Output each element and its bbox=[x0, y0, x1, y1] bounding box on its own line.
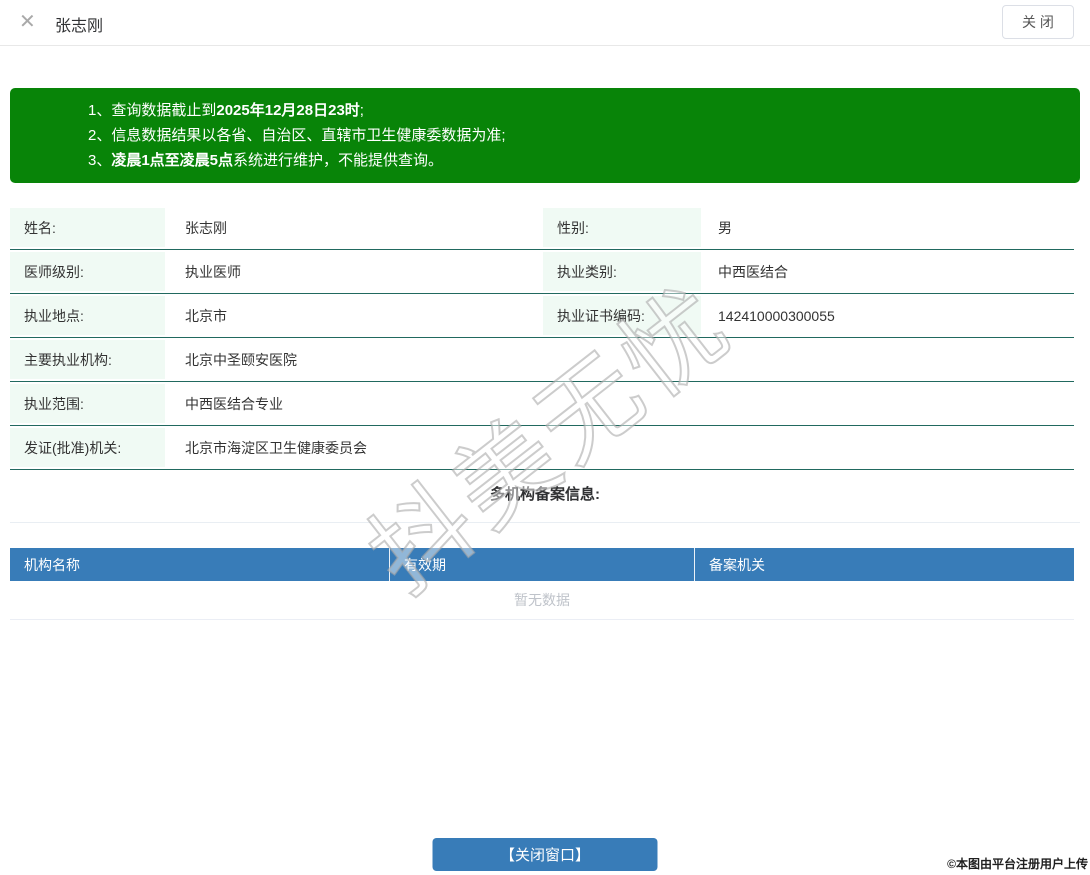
field-value-issuing-authority: 北京市海淀区卫生健康委员会 bbox=[165, 426, 1074, 469]
notice-item-number: 3、 bbox=[88, 152, 111, 169]
field-value-certificate-number: 142410000300055 bbox=[701, 294, 1074, 337]
field-label-issuing-authority: 发证(批准)机关: bbox=[10, 428, 165, 467]
attribution-text: ©本图由平台注册用户上传 bbox=[947, 855, 1088, 872]
field-value-practice-location: 北京市 bbox=[165, 294, 543, 337]
notice-item: 3、凌晨1点至凌晨5点系统进行维护，不能提供查询。 bbox=[88, 148, 1060, 173]
close-window-button[interactable]: 【关闭窗口】 bbox=[433, 838, 658, 871]
notice-item-bold: 凌晨1点至凌晨5点 bbox=[111, 152, 233, 169]
field-label-certificate-number: 执业证书编码: bbox=[543, 296, 701, 335]
field-label-practice-category: 执业类别: bbox=[543, 252, 701, 291]
filing-table-header: 机构名称 有效期 备案机关 bbox=[10, 548, 1074, 581]
close-icon[interactable]: ✕ bbox=[19, 9, 36, 34]
multi-org-section-title: 多机构备案信息: bbox=[0, 483, 1090, 504]
field-label-name: 姓名: bbox=[10, 208, 165, 247]
field-value-doctor-level: 执业医师 bbox=[165, 250, 543, 293]
empty-data-placeholder: 暂无数据 bbox=[10, 581, 1074, 620]
field-value-name: 张志刚 bbox=[165, 206, 543, 249]
field-value-practice-scope: 中西医结合专业 bbox=[165, 382, 1074, 425]
column-header-institution-name: 机构名称 bbox=[10, 548, 390, 581]
notice-item: 1、查询数据截止到2025年12月28日23时; bbox=[88, 98, 1060, 123]
table-row: 发证(批准)机关: 北京市海淀区卫生健康委员会 bbox=[10, 426, 1074, 470]
table-row: 执业范围: 中西医结合专业 bbox=[10, 382, 1074, 426]
field-label-gender: 性别: bbox=[543, 208, 701, 247]
notice-item: 2、信息数据结果以各省、自治区、直辖市卫生健康委数据为准; bbox=[88, 123, 1060, 148]
notice-item-text: ; bbox=[360, 102, 364, 119]
notice-banner: 1、查询数据截止到2025年12月28日23时; 2、信息数据结果以各省、自治区… bbox=[10, 88, 1080, 183]
field-label-main-institution: 主要执业机构: bbox=[10, 340, 165, 379]
close-button[interactable]: 关 闭 bbox=[1002, 5, 1074, 39]
notice-item-text: 系统进行维护，不能提供查询。 bbox=[233, 152, 443, 169]
field-value-gender: 男 bbox=[701, 206, 1074, 249]
divider bbox=[10, 522, 1080, 523]
notice-item-text: 查询数据截止到 bbox=[111, 102, 216, 119]
table-row: 执业地点: 北京市 执业证书编码: 142410000300055 bbox=[10, 294, 1074, 338]
field-label-doctor-level: 医师级别: bbox=[10, 252, 165, 291]
column-header-validity-period: 有效期 bbox=[390, 548, 695, 581]
notice-item-number: 1、 bbox=[88, 102, 111, 119]
table-row: 主要执业机构: 北京中圣颐安医院 bbox=[10, 338, 1074, 382]
table-row: 姓名: 张志刚 性别: 男 bbox=[10, 206, 1074, 250]
practitioner-info-table: 姓名: 张志刚 性别: 男 医师级别: 执业医师 执业类别: 中西医结合 执业地… bbox=[10, 206, 1074, 470]
field-value-practice-category: 中西医结合 bbox=[701, 250, 1074, 293]
page-title: 张志刚 bbox=[55, 12, 103, 36]
notice-item-text: 信息数据结果以各省、自治区、直辖市卫生健康委数据为准; bbox=[111, 127, 505, 144]
table-row: 医师级别: 执业医师 执业类别: 中西医结合 bbox=[10, 250, 1074, 294]
field-label-practice-scope: 执业范围: bbox=[10, 384, 165, 423]
field-label-practice-location: 执业地点: bbox=[10, 296, 165, 335]
notice-item-number: 2、 bbox=[88, 127, 111, 144]
top-bar: ✕ 张志刚 关 闭 bbox=[0, 0, 1090, 46]
field-value-main-institution: 北京中圣颐安医院 bbox=[165, 338, 1074, 381]
notice-item-bold: 2025年12月28日23时 bbox=[216, 102, 359, 119]
filing-table: 机构名称 有效期 备案机关 暂无数据 bbox=[10, 548, 1074, 620]
column-header-filing-authority: 备案机关 bbox=[695, 548, 1074, 581]
